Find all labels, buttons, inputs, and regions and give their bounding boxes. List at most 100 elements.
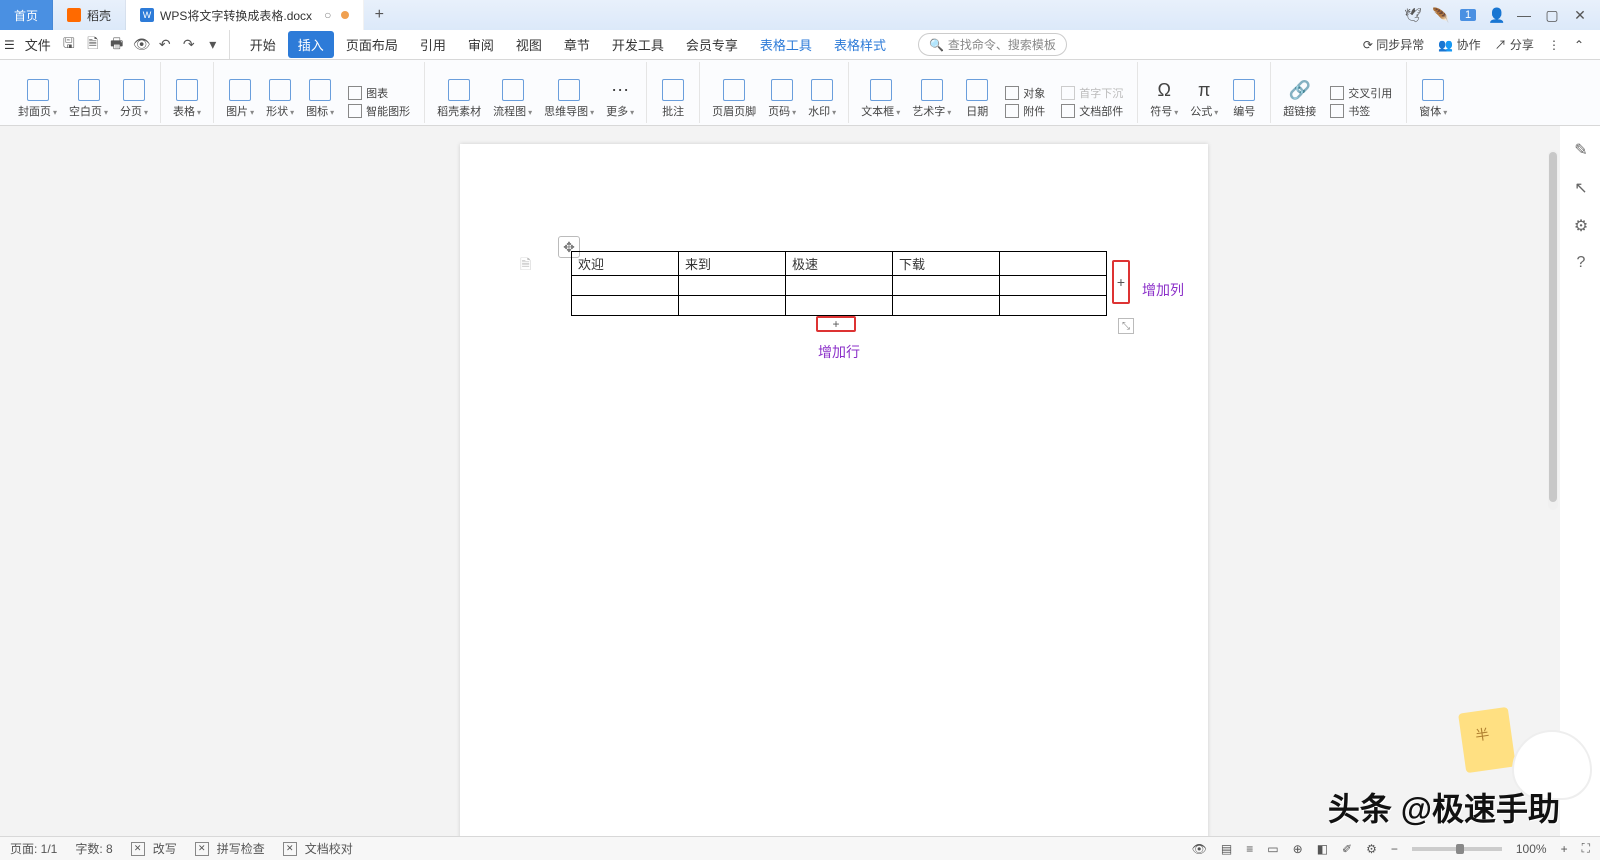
- cell[interactable]: 欢迎: [572, 252, 679, 276]
- add-row-button[interactable]: +: [816, 316, 856, 332]
- collab-button[interactable]: 👥 协作: [1438, 36, 1480, 53]
- cell[interactable]: 下载: [893, 252, 1000, 276]
- page[interactable]: 🗎 ✥ 欢迎 来到 极速 下载 + 增加行 + 增加列 ⤡: [460, 144, 1208, 836]
- notif-badge[interactable]: 1: [1460, 9, 1476, 21]
- rb-shape[interactable]: 形状: [260, 77, 300, 123]
- view-read-icon[interactable]: ▭: [1267, 842, 1278, 856]
- add-col-button[interactable]: +: [1112, 260, 1130, 304]
- sync-status[interactable]: ⟳ 同步异常: [1363, 36, 1424, 53]
- rb-bookmark[interactable]: 书签: [1330, 103, 1392, 119]
- save-as-icon[interactable]: 🗎: [85, 33, 101, 57]
- rb-cover[interactable]: 封面页: [12, 77, 63, 123]
- rb-iconlib[interactable]: 图标: [300, 77, 340, 123]
- sidetool-select-icon[interactable]: ↖: [1574, 178, 1587, 198]
- menu-page-layout[interactable]: 页面布局: [336, 31, 408, 58]
- rb-object[interactable]: 对象: [1005, 85, 1045, 101]
- scrollbar-thumb[interactable]: [1549, 152, 1557, 502]
- avatar-icon[interactable]: 👤: [1488, 7, 1504, 24]
- rb-watermark[interactable]: 水印: [802, 77, 842, 123]
- rb-date[interactable]: 日期: [957, 77, 997, 123]
- menu-view[interactable]: 视图: [506, 31, 552, 58]
- cell[interactable]: 极速: [786, 252, 893, 276]
- hamburger-icon[interactable]: ☰: [4, 38, 15, 52]
- table-row[interactable]: [572, 276, 1107, 296]
- status-rewrite[interactable]: 改写: [131, 840, 177, 857]
- tab-home[interactable]: 首页: [0, 0, 53, 30]
- sidetool-settings-icon[interactable]: ⚙: [1574, 216, 1588, 236]
- cell[interactable]: 来到: [679, 252, 786, 276]
- rb-blank[interactable]: 空白页: [63, 77, 114, 123]
- menu-dev[interactable]: 开发工具: [602, 31, 674, 58]
- table-row[interactable]: [572, 296, 1107, 316]
- view-web-icon[interactable]: ⊕: [1293, 842, 1303, 856]
- rb-equation[interactable]: π公式: [1184, 77, 1224, 123]
- menu-table-tools[interactable]: 表格工具: [750, 31, 822, 58]
- minimize-button[interactable]: —: [1516, 7, 1532, 23]
- table-resize-handle[interactable]: ⤡: [1118, 318, 1134, 334]
- tab-document[interactable]: W WPS将文字转换成表格.docx ○: [126, 0, 364, 30]
- rb-symbol[interactable]: Ω符号: [1144, 77, 1184, 123]
- maximize-button[interactable]: ▢: [1544, 7, 1560, 24]
- command-search[interactable]: 🔍 查找命令、搜索模板: [918, 33, 1067, 56]
- zoom-slider[interactable]: [1412, 847, 1502, 851]
- menu-review[interactable]: 审阅: [458, 31, 504, 58]
- tab-daoke[interactable]: 稻壳: [53, 0, 126, 30]
- status-page[interactable]: 页面: 1/1: [10, 840, 57, 857]
- rb-attach[interactable]: 附件: [1005, 103, 1045, 119]
- status-words[interactable]: 字数: 8: [75, 840, 112, 857]
- add-tab-button[interactable]: +: [364, 0, 394, 30]
- menu-section[interactable]: 章节: [554, 31, 600, 58]
- rb-headerfooter[interactable]: 页眉页脚: [706, 77, 762, 123]
- view-edit-icon[interactable]: ✐: [1342, 842, 1352, 856]
- rb-textbox[interactable]: 文本框: [855, 77, 906, 123]
- vertical-scrollbar[interactable]: [1548, 150, 1558, 510]
- undo-icon[interactable]: ↶: [157, 36, 173, 53]
- rb-numbering[interactable]: 编号: [1224, 77, 1264, 123]
- status-spell[interactable]: 拼写检查: [195, 840, 265, 857]
- menu-more-icon[interactable]: ⋮: [1548, 38, 1560, 52]
- rb-more[interactable]: ⋯更多: [600, 77, 640, 123]
- rb-docparts[interactable]: 文档部件: [1061, 103, 1123, 119]
- table-row[interactable]: 欢迎 来到 极速 下载: [572, 252, 1107, 276]
- print-icon[interactable]: 🖶: [109, 33, 125, 57]
- zoom-level[interactable]: 100%: [1516, 842, 1547, 856]
- save-icon[interactable]: 🖫: [61, 33, 77, 57]
- print-preview-icon[interactable]: 👁: [133, 36, 149, 53]
- rb-mindmap[interactable]: 思维导图: [538, 77, 600, 123]
- sidetool-help-icon[interactable]: ?: [1577, 254, 1586, 272]
- file-menu[interactable]: 文件: [19, 31, 57, 58]
- rb-smartart[interactable]: 智能图形: [348, 103, 410, 119]
- zoom-out-button[interactable]: −: [1391, 842, 1398, 856]
- rb-daoke-assets[interactable]: 稻壳素材: [431, 77, 487, 123]
- rb-flowchart[interactable]: 流程图: [487, 77, 538, 123]
- document-table[interactable]: 欢迎 来到 极速 下载: [571, 251, 1107, 316]
- status-proof[interactable]: 文档校对: [283, 840, 353, 857]
- menu-reference[interactable]: 引用: [410, 31, 456, 58]
- rb-form[interactable]: 窗体: [1413, 77, 1453, 123]
- cell[interactable]: [1000, 252, 1107, 276]
- share-button[interactable]: ↗ 分享: [1495, 36, 1534, 53]
- redo-icon[interactable]: ↷: [181, 36, 197, 53]
- qat-dropdown-icon[interactable]: ▾: [205, 36, 221, 53]
- menu-member[interactable]: 会员专享: [676, 31, 748, 58]
- rb-comment[interactable]: 批注: [653, 77, 693, 123]
- rb-crossref[interactable]: 交叉引用: [1330, 85, 1392, 101]
- fullscreen-icon[interactable]: ⛶: [1582, 841, 1590, 856]
- view-focus-icon[interactable]: ◧: [1317, 842, 1328, 856]
- rb-pagenum[interactable]: 页码: [762, 77, 802, 123]
- status-eye-icon[interactable]: 👁: [1192, 842, 1207, 856]
- view-page-icon[interactable]: ▤: [1221, 842, 1232, 856]
- rb-pagebreak[interactable]: 分页: [114, 77, 154, 123]
- rb-picture[interactable]: 图片: [220, 77, 260, 123]
- rb-chart[interactable]: 图表: [348, 85, 410, 101]
- view-outline-icon[interactable]: ≡: [1246, 842, 1253, 856]
- rb-table[interactable]: 表格: [167, 77, 207, 123]
- close-button[interactable]: ✕: [1572, 7, 1588, 24]
- menu-expand-icon[interactable]: ⌃: [1574, 38, 1584, 52]
- rb-hyperlink[interactable]: 🔗超链接: [1277, 77, 1322, 123]
- menu-table-style[interactable]: 表格样式: [824, 31, 896, 58]
- menu-start[interactable]: 开始: [240, 31, 286, 58]
- zoom-settings-icon[interactable]: ⚙: [1366, 842, 1377, 856]
- menu-insert[interactable]: 插入: [288, 31, 334, 58]
- zoom-in-button[interactable]: +: [1561, 842, 1568, 856]
